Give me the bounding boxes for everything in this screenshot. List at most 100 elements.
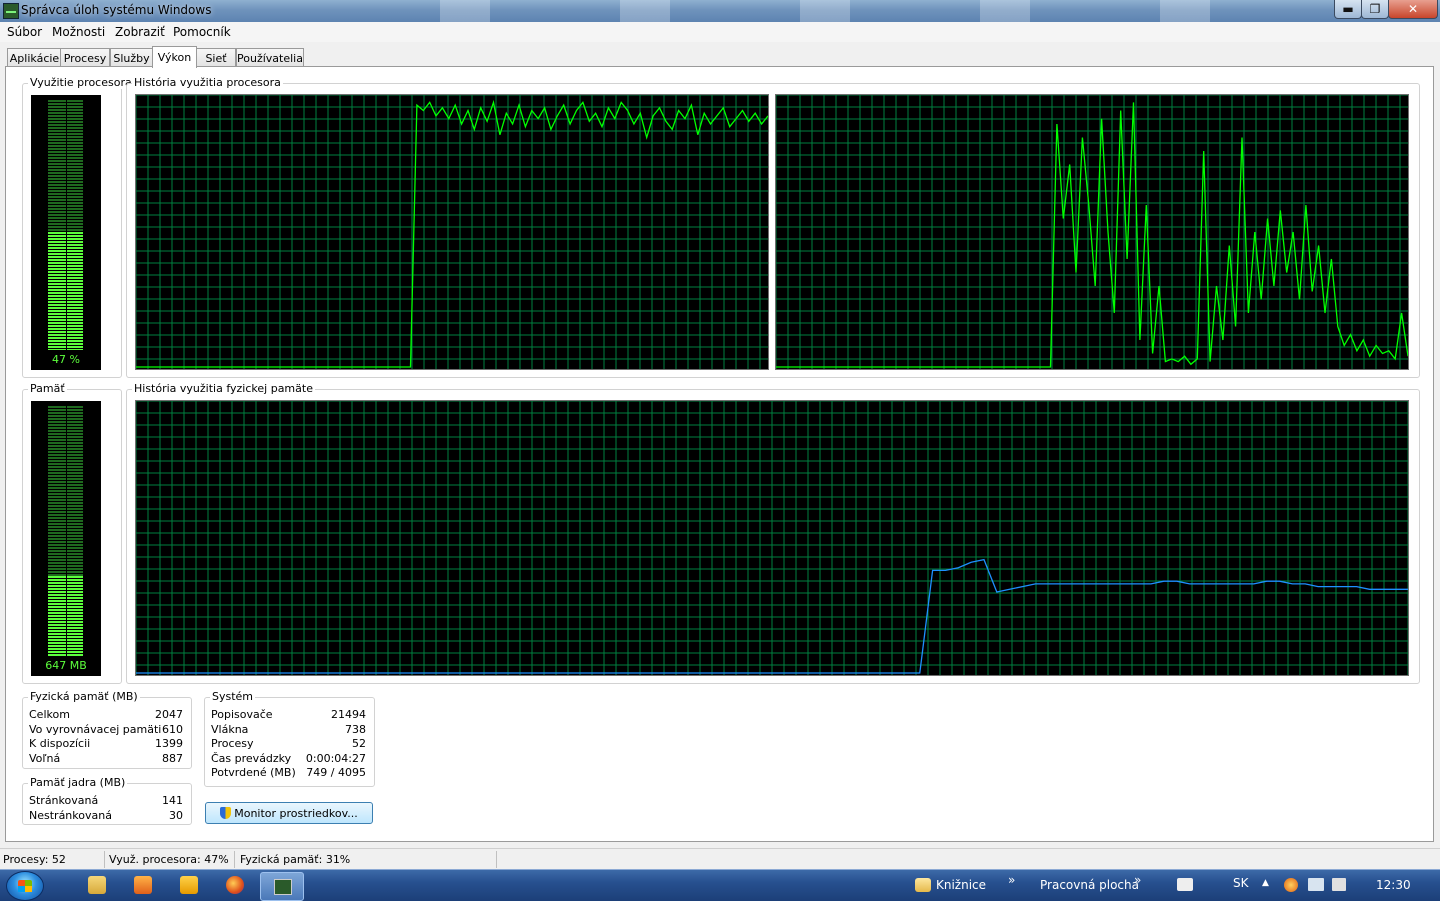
stat-label: Stránkovaná (29, 794, 99, 807)
memory-history-graph (135, 400, 1409, 676)
window-title-bar[interactable]: Správca úloh systému Windows ▬ ❐ ✕ (0, 0, 1440, 22)
stat-value: 30 (169, 809, 183, 822)
memory-meter-fill (48, 576, 83, 656)
uac-shield-icon (220, 807, 232, 819)
media-player-icon[interactable] (134, 876, 152, 894)
cpu-usage-value: 47 % (52, 353, 80, 366)
system-group: Systém Popisovače 21494 Vlákna 738 Procesy… (204, 690, 375, 787)
physical-memory-title: Fyzická pamäť (MB) (28, 690, 140, 703)
toolbar-libraries[interactable]: Knižnice (936, 878, 986, 892)
status-physical-memory: Fyzická pamäť: 31% (240, 853, 351, 866)
cpu-core-2-line (776, 102, 1408, 368)
stat-label: Vlákna (211, 723, 249, 736)
stat-value: 1399 (155, 737, 183, 750)
stat-label: Vo vyrovnávacej pamäti (29, 723, 162, 736)
stat-label: Nestránkovaná (29, 809, 112, 822)
tray-app-icon[interactable] (1284, 878, 1298, 892)
status-bar: Procesy: 52 Využ. procesora: 47% Fyzická… (0, 848, 1440, 870)
resource-monitor-label: Monitor prostriedkov... (234, 806, 358, 820)
stat-row: Voľná 887 (29, 752, 183, 766)
tablet-input-icon[interactable] (1177, 878, 1193, 891)
stat-row: Vlákna 738 (211, 723, 366, 737)
cpu-core-1-line (136, 99, 768, 368)
stat-row: Procesy 52 (211, 737, 366, 751)
stat-row: K dispozícii 1399 (29, 737, 183, 751)
memory-usage-value: 647 MB (45, 659, 87, 672)
language-indicator[interactable]: SK (1233, 876, 1249, 890)
libraries-chevron-icon[interactable]: » (1008, 873, 1015, 887)
outlook-icon[interactable] (180, 876, 198, 894)
tab-users[interactable]: Používatelia (236, 48, 304, 67)
stat-row: Popisovače 21494 (211, 708, 366, 722)
task-manager-taskbar-button[interactable] (260, 872, 304, 901)
stat-value: 21494 (331, 708, 366, 721)
cpu-core-2-graph (775, 94, 1409, 370)
stat-row: Vo vyrovnávacej pamäti 610 (29, 723, 183, 737)
cpu-history-group: História využitia procesora (126, 76, 1420, 378)
memory-history-group: História využitia fyzickej pamäte (126, 382, 1420, 684)
volume-icon[interactable] (1332, 878, 1346, 891)
tab-applications[interactable]: Aplikácie (7, 48, 62, 67)
maximize-button[interactable]: ❐ (1361, 0, 1389, 19)
firefox-icon[interactable] (226, 876, 244, 894)
stat-row: Čas prevádzky 0:00:04:27 (211, 752, 366, 766)
tab-processes[interactable]: Procesy (60, 48, 110, 67)
stat-row: Stránkovaná 141 (29, 794, 183, 808)
explorer-icon[interactable] (88, 876, 106, 894)
stat-label: Celkom (29, 708, 70, 721)
show-hidden-icons-arrow[interactable]: ▲ (1262, 878, 1269, 888)
menu-options[interactable]: Možnosti (52, 25, 105, 39)
menu-view[interactable]: Zobraziť (115, 25, 165, 39)
kernel-memory-group: Pamäť jadra (MB) Stránkovaná 141 Nestránk… (22, 776, 192, 825)
start-button[interactable] (6, 871, 44, 901)
desktop-chevron-icon[interactable]: » (1134, 873, 1141, 887)
task-manager-icon (274, 879, 292, 895)
stat-label: Potvrdené (MB) (211, 766, 296, 779)
stat-label: Voľná (29, 752, 61, 765)
stat-row: Celkom 2047 (29, 708, 183, 722)
cpu-core-2-chart (776, 95, 1408, 369)
window-title: Správca úloh systému Windows (21, 3, 212, 17)
stat-value: 0:00:04:27 (305, 752, 366, 765)
stat-value: 141 (162, 794, 183, 807)
title-bar-glass (380, 0, 1280, 22)
clock[interactable]: 12:30 (1376, 878, 1411, 892)
tab-performance[interactable]: Výkon (152, 46, 197, 68)
cpu-usage-meter: 47 % (31, 95, 101, 370)
memory-group: Pamäť 647 MB (22, 382, 122, 684)
status-separator (234, 851, 235, 868)
kernel-memory-title: Pamäť jadra (MB) (28, 776, 128, 789)
stat-row: Potvrdené (MB) 749 / 4095 (211, 766, 366, 780)
stat-row: Nestránkovaná 30 (29, 809, 183, 823)
cpu-usage-title: Využitie procesora (28, 76, 134, 89)
network-icon[interactable] (1308, 878, 1324, 891)
task-manager-app-icon[interactable] (3, 3, 19, 19)
status-separator (104, 851, 105, 868)
stat-value: 887 (162, 752, 183, 765)
stat-value: 2047 (155, 708, 183, 721)
tab-services[interactable]: Služby (110, 48, 153, 67)
cpu-core-1-graph (135, 94, 769, 370)
menu-help[interactable]: Pomocník (173, 25, 231, 39)
cpu-history-title: História využitia procesora (132, 76, 283, 89)
tab-network[interactable]: Sieť (196, 48, 236, 67)
stat-value: 610 (162, 723, 183, 736)
physical-memory-group: Fyzická pamäť (MB) Celkom 2047 Vo vyrovná… (22, 690, 192, 769)
system-title: Systém (210, 690, 256, 703)
close-button[interactable]: ✕ (1388, 0, 1438, 19)
minimize-button[interactable]: ▬ (1334, 0, 1362, 19)
taskbar: Knižnice » Pracovná plocha » SK ▲ 12:30 (0, 869, 1440, 901)
cpu-usage-group: Využitie procesora 47 % (22, 76, 134, 378)
menu-file[interactable]: Súbor (7, 25, 42, 39)
status-cpu-usage: Využ. procesora: 47% (109, 853, 229, 866)
libraries-folder-icon (915, 878, 931, 892)
toolbar-desktop[interactable]: Pracovná plocha (1040, 878, 1139, 892)
windows-logo-icon (18, 880, 32, 892)
menu-bar: Súbor Možnosti Zobraziť Pomocník (0, 22, 1440, 42)
memory-meter: 647 MB (31, 401, 101, 676)
memory-title: Pamäť (28, 382, 67, 395)
resource-monitor-button[interactable]: Monitor prostriedkov... (205, 802, 373, 824)
stat-value: 52 (352, 737, 366, 750)
stat-label: K dispozícii (29, 737, 91, 750)
memory-history-chart (136, 401, 1408, 675)
